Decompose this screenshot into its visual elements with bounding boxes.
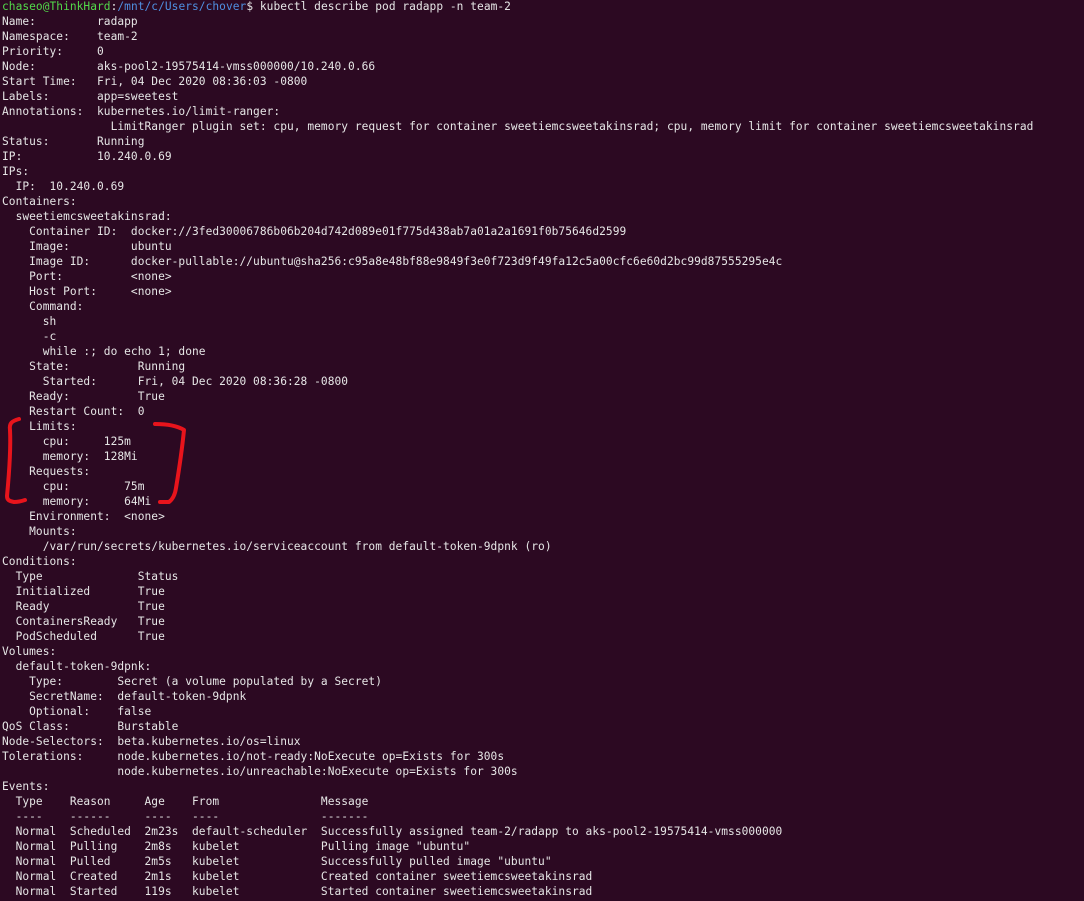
output-line: Image ID: docker-pullable://ubuntu@sha25… [2,255,783,268]
output-line: Started: Fri, 04 Dec 2020 08:36:28 -0800 [2,375,349,388]
terminal-window[interactable]: chaseo@ThinkHard:/mnt/c/Users/chover$ ku… [0,0,1084,901]
output-line: sh [2,315,57,328]
output-line: Priority: 0 [2,45,104,58]
output-line: Annotations: kubernetes.io/limit-ranger: [2,105,281,118]
output-line: Type: Secret (a volume populated by a Se… [2,675,382,688]
output-line: LimitRanger plugin set: cpu, memory requ… [2,120,1034,133]
output-line: Start Time: Fri, 04 Dec 2020 08:36:03 -0… [2,75,308,88]
output-line: memory: 128Mi [2,450,138,463]
output-line: PodScheduled True [2,630,165,643]
output-line: Restart Count: 0 [2,405,145,418]
output-line: Containers: [2,195,77,208]
output-line: -c [2,330,57,343]
output-line: /var/run/secrets/kubernetes.io/serviceac… [2,540,552,553]
output-line: node.kubernetes.io/unreachable:NoExecute… [2,765,518,778]
output-line: Tolerations: node.kubernetes.io/not-read… [2,750,505,763]
output-line: Volumes: [2,645,57,658]
output-line: memory: 64Mi [2,495,152,508]
output-line: Mounts: [2,525,77,538]
output-line: Conditions: [2,555,77,568]
output-line: Requests: [2,465,91,478]
prompt-path: /mnt/c/Users/chover [117,0,247,13]
output-line: Normal Pulling 2m8s kubelet Pulling imag… [2,840,471,853]
output-line: sweetiemcsweetakinsrad: [2,210,172,223]
output-line: Namespace: team-2 [2,30,138,43]
output-line: ---- ------ ---- ---- ------- [2,810,369,823]
output-line: Command: [2,300,84,313]
output-line: Normal Scheduled 2m23s default-scheduler… [2,825,783,838]
output-line: Initialized True [2,585,165,598]
prompt-command: kubectl describe pod radapp -n team-2 [253,0,511,13]
output-line: cpu: 125m [2,435,131,448]
terminal-output: chaseo@ThinkHard:/mnt/c/Users/chover$ ku… [2,0,1084,899]
output-line: Container ID: docker://3fed30006786b06b2… [2,225,627,238]
output-line: Host Port: <none> [2,285,172,298]
output-line: Type Reason Age From Message [2,795,369,808]
output-line: IP: 10.240.0.69 [2,150,172,163]
output-line: Optional: false [2,705,152,718]
output-line: default-token-9dpnk: [2,660,152,673]
describe-output: Name: radapp Namespace: team-2 Priority: 0… [2,14,1084,899]
output-line: Status: Running [2,135,145,148]
output-line: Type Status [2,570,179,583]
output-line: QoS Class: Burstable [2,720,179,733]
output-line: Normal Pulled 2m5s kubelet Successfully … [2,855,552,868]
output-line: Events: [2,780,50,793]
output-line: Normal Created 2m1s kubelet Created cont… [2,870,593,883]
output-line: Image: ubuntu [2,240,172,253]
output-line: IP: 10.240.0.69 [2,180,125,193]
output-line: Normal Started 119s kubelet Started cont… [2,885,593,898]
output-line: Limits: [2,420,77,433]
output-line: IPs: [2,165,30,178]
output-line: Labels: app=sweetest [2,90,179,103]
prompt-user-host: chaseo@ThinkHard [2,0,111,13]
output-line: Name: radapp [2,15,138,28]
output-line: Environment: <none> [2,510,165,523]
output-line: while :; do echo 1; done [2,345,206,358]
output-line: Ready True [2,600,165,613]
output-line: SecretName: default-token-9dpnk [2,690,247,703]
output-line: Node-Selectors: beta.kubernetes.io/os=li… [2,735,301,748]
prompt-line: chaseo@ThinkHard:/mnt/c/Users/chover$ ku… [2,0,1084,14]
output-line: cpu: 75m [2,480,145,493]
output-line: ContainersReady True [2,615,165,628]
output-line: Ready: True [2,390,165,403]
output-line: Node: aks-pool2-19575414-vmss000000/10.2… [2,60,376,73]
output-line: Port: <none> [2,270,172,283]
output-line: State: Running [2,360,186,373]
